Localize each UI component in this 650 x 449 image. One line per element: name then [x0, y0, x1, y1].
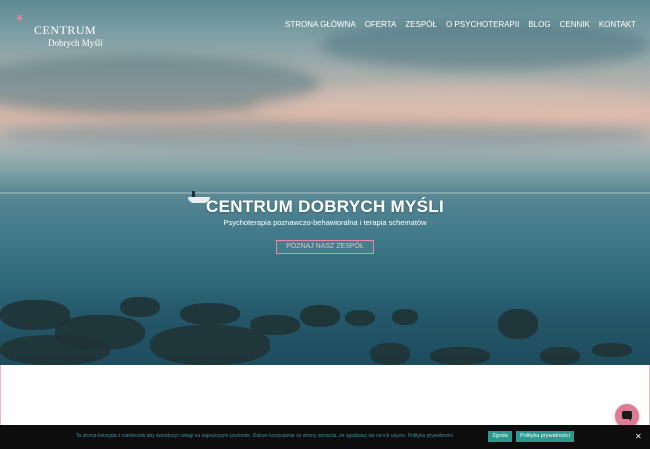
site-logo[interactable]: ❦ CENTRUM Dobrych Myśli	[14, 13, 104, 49]
sky-cloud	[0, 120, 650, 150]
nav-item-home[interactable]: STRONA GŁÓWNA	[285, 20, 356, 29]
cookie-accept-button[interactable]: Zgoda	[488, 431, 512, 442]
cookie-policy-link[interactable]: Polityka prywatności	[408, 433, 453, 439]
close-icon[interactable]: ✕	[635, 432, 642, 442]
nav-item-about-psychotherapy[interactable]: O PSYCHOTERAPII	[446, 20, 519, 29]
main-navigation: STRONA GŁÓWNA OFERTA ZESPÓŁ O PSYCHOTERA…	[285, 20, 636, 29]
nav-item-pricing[interactable]: CENNIK	[560, 20, 590, 29]
cookie-bar: Ta strona korzysta z ciasteczek aby świa…	[0, 425, 650, 449]
content-area	[0, 365, 650, 425]
cookie-policy-button[interactable]: Polityka prywatności	[516, 431, 574, 442]
shore-rocks	[0, 285, 650, 365]
nav-item-blog[interactable]: BLOG	[528, 20, 550, 29]
hero-section: ❦ CENTRUM Dobrych Myśli STRONA GŁÓWNA OF…	[0, 0, 650, 365]
butterfly-icon: ❦	[16, 13, 24, 23]
nav-item-offer[interactable]: OFERTA	[365, 20, 397, 29]
sea-horizon	[0, 192, 650, 194]
hero-subtitle: Psychoterapia poznawczo-behawioralna i t…	[223, 218, 427, 227]
nav-item-contact[interactable]: KONTAKT	[599, 20, 636, 29]
logo-text-secondary: Dobrych Myśli	[48, 38, 103, 48]
meet-team-button[interactable]: POZNAJ NASZ ZESPÓŁ	[276, 240, 374, 254]
cookie-message: Ta strona korzysta z ciasteczek aby świa…	[76, 433, 454, 439]
nav-item-team[interactable]: ZESPÓŁ	[405, 20, 437, 29]
hero-title: CENTRUM DOBRYCH MYŚLI	[206, 197, 444, 216]
chat-bubble-icon	[622, 411, 632, 421]
logo-text-primary: CENTRUM	[34, 23, 97, 37]
